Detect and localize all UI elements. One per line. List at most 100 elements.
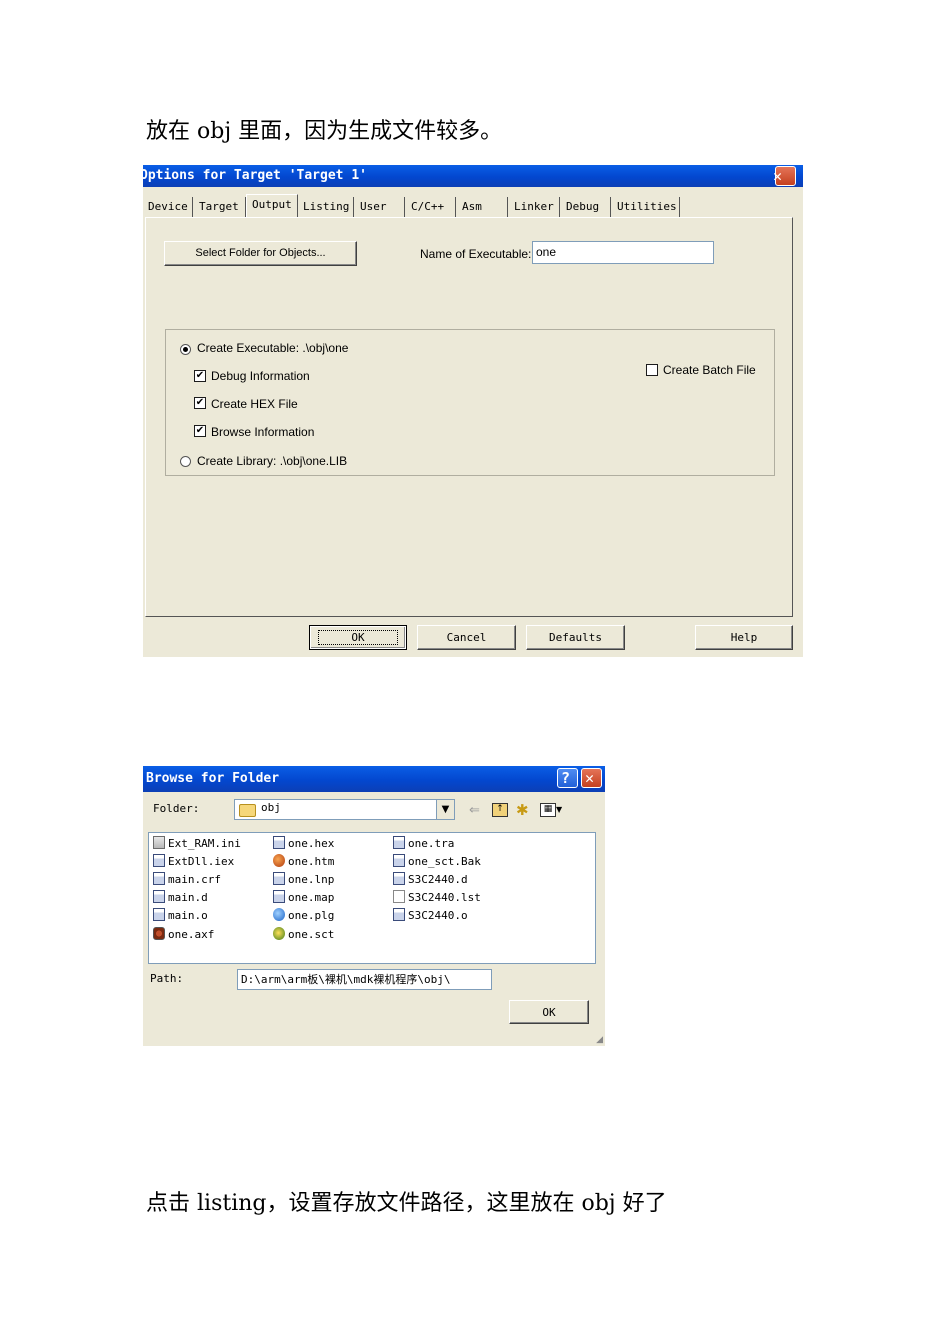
folder-value: obj [261, 801, 281, 814]
list-item[interactable]: main.d [153, 890, 208, 906]
create-batch-file-checkbox[interactable] [646, 364, 658, 376]
tab-user[interactable]: User [355, 197, 405, 217]
file-icon [393, 854, 405, 867]
sct-icon [273, 927, 285, 940]
path-label: Path: [150, 972, 184, 985]
folder-combo[interactable]: obj ▼ [234, 799, 455, 820]
tab-label: Debug [566, 200, 600, 213]
file-name: one.sct [288, 928, 335, 941]
tab-listing[interactable]: Listing [298, 197, 354, 217]
list-item[interactable]: S3C2440.lst [393, 890, 481, 906]
file-icon [273, 872, 285, 885]
file-name: one.hex [288, 837, 335, 850]
file-name: main.o [168, 909, 208, 922]
browse-title: Browse for Folder [146, 771, 280, 786]
browse-information-label[interactable]: Browse Information [211, 425, 314, 439]
back-arrow-icon[interactable]: ⇐ [469, 803, 480, 818]
file-icon [393, 872, 405, 885]
file-name: S3C2440.o [408, 909, 468, 922]
tab-label: Listing [303, 200, 350, 213]
tab-debug[interactable]: Debug [561, 197, 611, 217]
instruction-paragraph: 点击 listing，设置存放文件路径，这里放在 obj 好了 [146, 1191, 667, 1216]
cancel-button[interactable]: Cancel [417, 625, 516, 650]
tab-target[interactable]: Target [194, 197, 246, 217]
check-icon: ✔ [195, 425, 205, 436]
file-name: main.crf [168, 873, 221, 886]
view-dropdown-icon[interactable]: ▼ [556, 805, 562, 814]
list-item[interactable]: one.plg [273, 908, 334, 924]
resize-grip-icon[interactable]: ◢ [596, 1035, 603, 1045]
create-library-label[interactable]: Create Library: .\obj\one.LIB [197, 454, 347, 468]
close-icon: ✕ [585, 769, 595, 787]
close-icon: ✕ [773, 167, 783, 185]
file-name: S3C2440.lst [408, 891, 481, 904]
name-of-executable-label: Name of Executable: [420, 247, 532, 261]
ie-icon [273, 908, 285, 921]
list-item[interactable]: one.hex [273, 836, 334, 852]
help-button[interactable]: ? [557, 768, 578, 788]
help-button[interactable]: Help [695, 625, 793, 650]
select-folder-button[interactable]: Select Folder for Objects... [164, 241, 357, 266]
create-hex-checkbox[interactable]: ✔ [194, 397, 206, 409]
tab-utilities[interactable]: Utilities [612, 197, 680, 217]
list-item[interactable]: ExtDll.iex [153, 854, 234, 870]
file-name: one.map [288, 891, 335, 904]
create-executable-radio[interactable] [180, 344, 191, 355]
tab-label: Linker [514, 200, 554, 213]
help-icon: ? [561, 769, 571, 787]
up-folder-icon[interactable]: ↑ [492, 803, 508, 817]
list-item[interactable]: main.o [153, 908, 208, 924]
intro-paragraph: 放在 obj 里面，因为生成文件较多。 [146, 119, 503, 144]
list-item[interactable]: one.htm [273, 854, 334, 870]
close-button[interactable]: ✕ [581, 768, 602, 788]
path-input[interactable]: D:\arm\arm板\裸机\mdk裸机程序\obj\ [237, 969, 492, 990]
tab-label: C/C++ [411, 200, 445, 213]
create-library-radio[interactable] [180, 456, 191, 467]
browse-title-bar[interactable]: Browse for Folder ? ✕ [143, 766, 605, 792]
file-name: one.lnp [288, 873, 335, 886]
debug-information-checkbox[interactable]: ✔ [194, 370, 206, 382]
file-icon [153, 908, 165, 921]
output-tab-page: Select Folder for Objects... Name of Exe… [145, 217, 793, 617]
ok-button[interactable]: OK [309, 625, 407, 650]
defaults-button[interactable]: Defaults [526, 625, 625, 650]
output-options-group: Create Executable: .\obj\one ✔ Debug Inf… [165, 329, 775, 476]
tab-linker[interactable]: Linker [509, 197, 560, 217]
list-item[interactable]: S3C2440.d [393, 872, 468, 888]
tab-device[interactable]: Device [143, 197, 193, 217]
file-name: one.plg [288, 909, 335, 922]
create-hex-label[interactable]: Create HEX File [211, 397, 298, 411]
list-item[interactable]: S3C2440.o [393, 908, 468, 924]
list-item[interactable]: one.axf [153, 927, 214, 943]
check-icon: ✔ [195, 397, 205, 408]
file-icon [153, 854, 165, 867]
tab-label: Device [148, 200, 188, 213]
tab-c-cpp[interactable]: C/C++ [406, 197, 456, 217]
new-folder-icon[interactable]: ✱ [516, 801, 529, 819]
tab-label: Asm [462, 200, 482, 213]
list-item[interactable]: one.map [273, 890, 334, 906]
select-folder-label: Select Folder for Objects... [195, 247, 326, 259]
ok-button[interactable]: OK [509, 1000, 589, 1024]
chevron-down-icon[interactable]: ▼ [436, 800, 454, 819]
list-item[interactable]: Ext_RAM.ini [153, 836, 241, 852]
list-item[interactable]: one.sct [273, 927, 334, 943]
tab-asm[interactable]: Asm [457, 197, 508, 217]
view-menu-icon[interactable]: ▦ [540, 803, 556, 817]
create-batch-file-label[interactable]: Create Batch File [663, 363, 756, 377]
list-item[interactable]: one_sct.Bak [393, 854, 481, 870]
list-item[interactable]: one.lnp [273, 872, 334, 888]
file-name: one_sct.Bak [408, 855, 481, 868]
browse-information-checkbox[interactable]: ✔ [194, 425, 206, 437]
help-label: Help [730, 631, 758, 644]
cancel-label: Cancel [446, 631, 487, 644]
create-executable-label[interactable]: Create Executable: .\obj\one [197, 341, 348, 355]
debug-information-label[interactable]: Debug Information [211, 369, 310, 383]
file-list[interactable]: Ext_RAM.ini ExtDll.iex main.crf main.d m… [148, 832, 596, 964]
options-title-bar[interactable]: Options for Target 'Target 1' ✕ [143, 165, 803, 187]
tab-output[interactable]: Output [246, 194, 298, 218]
name-of-executable-input[interactable]: one [532, 241, 714, 264]
close-button[interactable]: ✕ [773, 166, 796, 186]
list-item[interactable]: one.tra [393, 836, 454, 852]
list-item[interactable]: main.crf [153, 872, 221, 888]
